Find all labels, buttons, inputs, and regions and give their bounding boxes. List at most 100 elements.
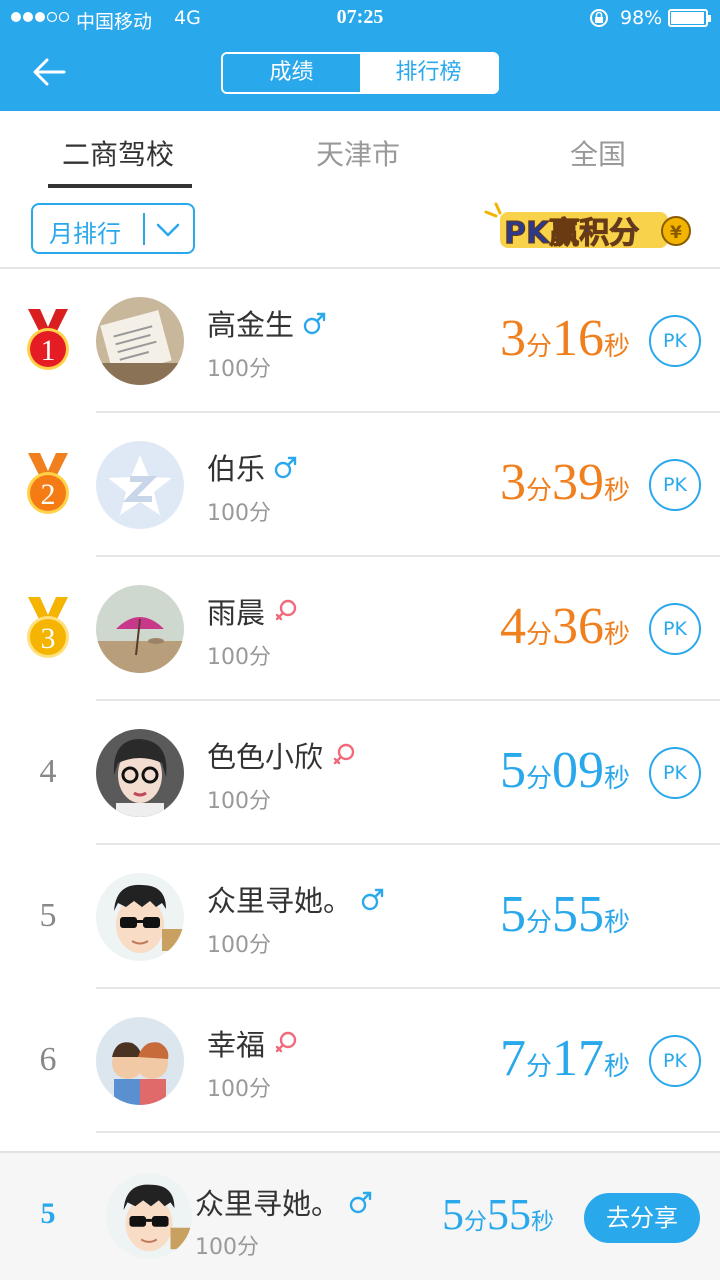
pk-button[interactable]: PK: [649, 603, 701, 655]
leaderboard-list: 1 高金生 100分 3分16秒 PK 2 伯乐 100分 3分39秒 PK 3 雨晨 100分 4分36…: [0, 269, 720, 1133]
my-time: 5分55秒: [442, 1189, 554, 1240]
tab-school[interactable]: 二商驾校: [62, 133, 174, 173]
user-avatar[interactable]: [96, 873, 184, 961]
dropdown-separator: [143, 213, 145, 245]
leaderboard-row[interactable]: 4 色色小欣 100分 5分09秒 PK: [0, 701, 720, 845]
female-icon: [275, 1031, 297, 1053]
segment-leaderboard[interactable]: 排行榜: [360, 54, 497, 92]
segment-scores[interactable]: 成绩: [223, 54, 360, 92]
medal-icon: 2: [27, 453, 69, 514]
pk-button[interactable]: PK: [649, 747, 701, 799]
minute-unit: 分: [464, 1209, 487, 1235]
user-name: 高金生: [207, 302, 328, 344]
medal-rank: 3: [41, 622, 56, 655]
time-minutes: 3: [499, 454, 526, 511]
second-unit: 秒: [603, 476, 630, 506]
male-icon: [361, 888, 384, 911]
rotation-lock-icon: [588, 7, 610, 34]
period-dropdown[interactable]: 月排行: [31, 203, 195, 254]
user-name: 雨晨: [207, 590, 299, 632]
user-name: 众里寻她。: [207, 878, 386, 920]
minute-unit: 分: [525, 764, 552, 794]
medal-rank: 2: [41, 478, 56, 511]
time-seconds: 55: [551, 886, 604, 943]
user-name: 幸福: [207, 1022, 299, 1064]
user-avatar[interactable]: [96, 1017, 184, 1105]
share-button[interactable]: 去分享: [584, 1193, 700, 1243]
leaderboard-row[interactable]: 6 幸福 100分 7分17秒 PK: [0, 989, 720, 1133]
user-avatar[interactable]: [96, 441, 184, 529]
user-score: 100分: [207, 501, 271, 526]
completion-time: 5分55秒: [500, 885, 630, 944]
time-seconds: 09: [551, 742, 604, 799]
medal-rank: 1: [41, 334, 56, 367]
scope-tabs: 二商驾校 天津市 全国: [0, 111, 720, 191]
my-time-minutes: 5: [442, 1190, 464, 1239]
my-rank-number: 5: [40, 1197, 56, 1230]
second-unit: 秒: [603, 908, 630, 938]
my-score: 100分: [195, 1235, 259, 1260]
battery-icon: [668, 9, 711, 27]
tab-city[interactable]: 天津市: [316, 133, 400, 173]
leaderboard-row[interactable]: 3 雨晨 100分 4分36秒 PK: [0, 557, 720, 701]
arrow-left-icon: [33, 58, 66, 86]
user-name-text: 高金生: [207, 308, 295, 342]
completion-time: 5分09秒: [500, 741, 630, 800]
leaderboard-row[interactable]: 5 众里寻她。 100分 5分55秒: [0, 845, 720, 989]
time-seconds: 36: [551, 598, 604, 655]
active-tab-indicator: [48, 184, 192, 188]
user-avatar[interactable]: [96, 585, 184, 673]
user-name-text: 色色小欣: [207, 740, 324, 774]
coin-icon: ¥: [670, 223, 682, 243]
pk-points-banner[interactable]: PK赢积分 ¥: [482, 198, 696, 256]
pk-banner-text: PK赢积分: [504, 216, 639, 251]
row-divider: [96, 1131, 720, 1133]
female-icon: [333, 743, 355, 765]
second-unit: 秒: [603, 620, 630, 650]
rank-number: 6: [39, 1041, 57, 1078]
second-unit: 秒: [603, 1052, 630, 1082]
leaderboard-row[interactable]: 2 伯乐 100分 3分39秒 PK: [0, 413, 720, 557]
pk-button[interactable]: PK: [649, 1035, 701, 1087]
minute-unit: 分: [525, 332, 552, 362]
segmented-control: 成绩 排行榜: [221, 52, 499, 94]
my-time-seconds: 55: [487, 1190, 531, 1239]
user-avatar[interactable]: [96, 729, 184, 817]
my-name: 众里寻她。: [195, 1181, 374, 1223]
male-icon: [349, 1191, 372, 1214]
pk-button[interactable]: PK: [649, 459, 701, 511]
completion-time: 3分16秒: [500, 309, 630, 368]
user-score: 100分: [207, 789, 271, 814]
male-icon: [303, 312, 326, 335]
rank-number: 5: [39, 897, 57, 934]
medal-icon: 3: [27, 597, 69, 658]
user-avatar[interactable]: [96, 297, 184, 385]
user-score: 100分: [207, 933, 271, 958]
user-score: 100分: [207, 1077, 271, 1102]
leaderboard-row[interactable]: 1 高金生 100分 3分16秒 PK: [0, 269, 720, 413]
tab-national[interactable]: 全国: [570, 133, 626, 173]
pk-button[interactable]: PK: [649, 315, 701, 367]
time-seconds: 39: [551, 454, 604, 511]
user-name-text: 雨晨: [207, 596, 266, 630]
female-icon: [275, 599, 297, 621]
time-seconds: 17: [551, 1030, 604, 1087]
user-name: 伯乐: [207, 446, 299, 488]
status-bar: 中国移动 4G 07:25 98%: [0, 0, 720, 36]
time-minutes: 7: [499, 1030, 526, 1087]
back-button[interactable]: [30, 52, 70, 92]
minute-unit: 分: [525, 908, 552, 938]
time-minutes: 4: [499, 598, 526, 655]
time-minutes: 3: [499, 310, 526, 367]
user-score: 100分: [207, 645, 271, 670]
my-avatar[interactable]: [106, 1173, 192, 1259]
second-unit: 秒: [531, 1209, 554, 1235]
user-name: 色色小欣: [207, 734, 357, 776]
completion-time: 4分36秒: [500, 597, 630, 656]
user-name-text: 伯乐: [207, 452, 266, 486]
time-minutes: 5: [499, 742, 526, 799]
rank-number: 4: [39, 753, 57, 790]
chevron-down-icon: [156, 223, 180, 237]
battery-percent: 98%: [620, 7, 663, 29]
minute-unit: 分: [525, 1052, 552, 1082]
